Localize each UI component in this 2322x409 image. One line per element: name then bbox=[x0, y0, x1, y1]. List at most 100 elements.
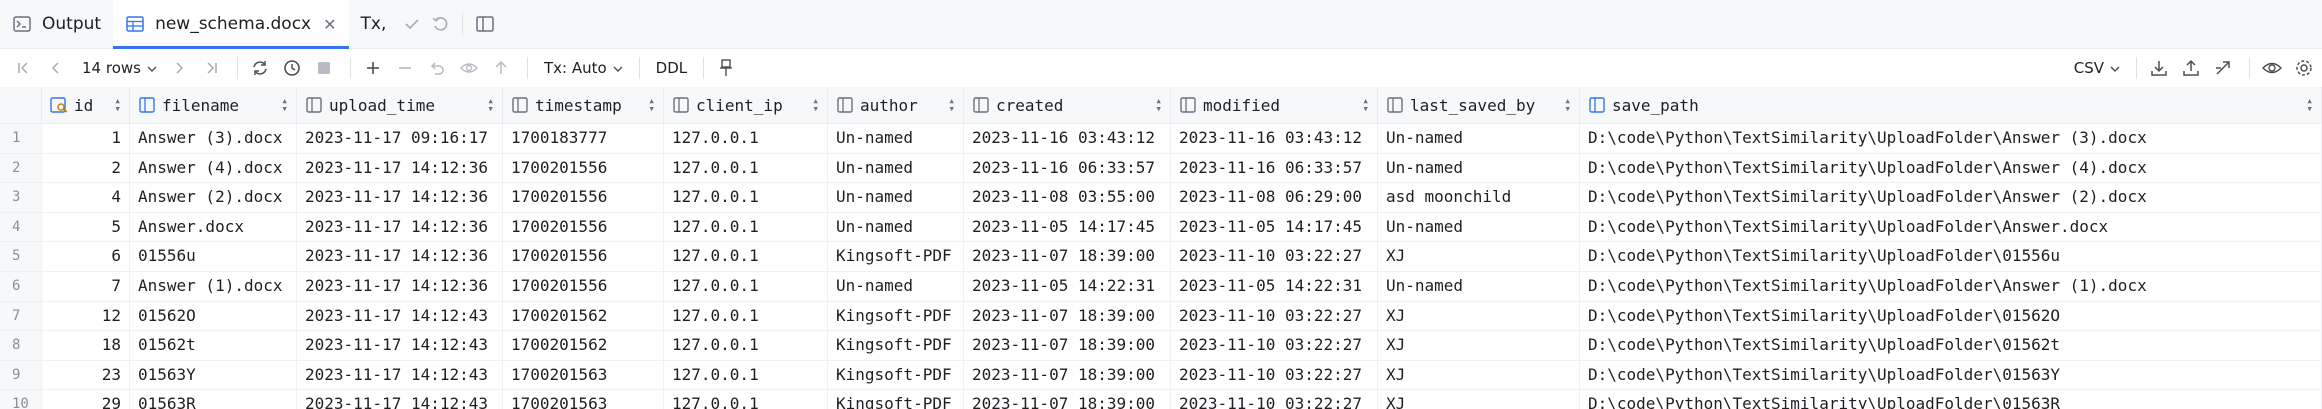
cell-client-ip[interactable]: 127.0.0.1 bbox=[664, 271, 828, 301]
cell-id[interactable]: 6 bbox=[42, 242, 130, 271]
cell-author[interactable]: Kingsoft-PDF bbox=[828, 301, 964, 331]
export-format-dropdown[interactable]: CSV bbox=[2066, 53, 2128, 83]
last-page-icon[interactable] bbox=[197, 53, 225, 83]
sort-arrows-icon[interactable]: ▴ ▾ bbox=[1155, 95, 1162, 114]
sort-arrows-icon[interactable]: ▴ ▾ bbox=[114, 95, 121, 114]
sort-arrows-icon[interactable]: ▴ ▾ bbox=[2306, 95, 2313, 114]
cell-save-path[interactable]: D:\code\Python\TextSimilarity\UploadFold… bbox=[1580, 242, 2322, 271]
cell-created[interactable]: 2023-11-07 18:39:00 bbox=[964, 301, 1171, 331]
sort-arrows-icon[interactable]: ▴ ▾ bbox=[812, 95, 819, 114]
cell-last-saved-by[interactable]: Un-named bbox=[1378, 124, 1580, 153]
cell-author[interactable]: Kingsoft-PDF bbox=[828, 390, 964, 409]
cell-timestamp[interactable]: 1700201563 bbox=[503, 390, 664, 409]
cell-timestamp[interactable]: 1700201562 bbox=[503, 301, 664, 331]
download-icon[interactable] bbox=[2145, 53, 2173, 83]
commit-check-icon[interactable] bbox=[398, 0, 426, 48]
cell-client-ip[interactable]: 127.0.0.1 bbox=[664, 183, 828, 212]
column-header-upload-time[interactable]: upload_time ▴ ▾ bbox=[297, 87, 503, 123]
cell-upload-time[interactable]: 2023-11-17 14:12:43 bbox=[297, 331, 503, 360]
cell-timestamp[interactable]: 1700201556 bbox=[503, 212, 664, 242]
view-changes-icon[interactable] bbox=[455, 53, 483, 83]
cell-author[interactable]: Un-named bbox=[828, 124, 964, 153]
view-eye-icon[interactable] bbox=[2258, 53, 2286, 83]
transaction-mode-dropdown[interactable]: Tx: Auto bbox=[536, 53, 631, 83]
table-row[interactable]: 8 18 01562t 2023-11-17 14:12:43 17002015… bbox=[0, 331, 2322, 361]
cell-save-path[interactable]: D:\code\Python\TextSimilarity\UploadFold… bbox=[1580, 360, 2322, 390]
cell-save-path[interactable]: D:\code\Python\TextSimilarity\UploadFold… bbox=[1580, 212, 2322, 242]
submit-icon[interactable] bbox=[487, 53, 515, 83]
cell-save-path[interactable]: D:\code\Python\TextSimilarity\UploadFold… bbox=[1580, 390, 2322, 409]
sort-arrows-icon[interactable]: ▴ ▾ bbox=[281, 95, 288, 114]
add-row-icon[interactable] bbox=[359, 53, 387, 83]
next-page-icon[interactable] bbox=[165, 53, 193, 83]
cell-upload-time[interactable]: 2023-11-17 14:12:43 bbox=[297, 390, 503, 409]
tab-new-schema[interactable]: new_schema.docx ✕ bbox=[113, 0, 350, 49]
cell-modified[interactable]: 2023-11-16 06:33:57 bbox=[1171, 153, 1378, 183]
cell-id[interactable]: 18 bbox=[42, 331, 130, 360]
table-row[interactable]: 6 7 Answer (1).docx 2023-11-17 14:12:36 … bbox=[0, 271, 2322, 302]
cell-modified[interactable]: 2023-11-05 14:17:45 bbox=[1171, 212, 1378, 242]
cell-client-ip[interactable]: 127.0.0.1 bbox=[664, 212, 828, 242]
cell-client-ip[interactable]: 127.0.0.1 bbox=[664, 360, 828, 390]
cell-last-saved-by[interactable]: XJ bbox=[1378, 301, 1580, 331]
cell-modified[interactable]: 2023-11-08 06:29:00 bbox=[1171, 183, 1378, 212]
cell-save-path[interactable]: D:\code\Python\TextSimilarity\UploadFold… bbox=[1580, 183, 2322, 212]
cell-created[interactable]: 2023-11-08 03:55:00 bbox=[964, 183, 1171, 212]
cell-filename[interactable]: 01562O bbox=[130, 301, 297, 331]
revert-icon[interactable] bbox=[423, 53, 451, 83]
cell-save-path[interactable]: D:\code\Python\TextSimilarity\UploadFold… bbox=[1580, 124, 2322, 153]
pin-icon[interactable] bbox=[712, 53, 740, 83]
first-page-icon[interactable] bbox=[10, 53, 38, 83]
cell-author[interactable]: Kingsoft-PDF bbox=[828, 242, 964, 271]
sort-arrows-icon[interactable]: ▴ ▾ bbox=[487, 95, 494, 114]
cell-upload-time[interactable]: 2023-11-17 14:12:43 bbox=[297, 360, 503, 390]
table-row[interactable]: 7 12 01562O 2023-11-17 14:12:43 17002015… bbox=[0, 301, 2322, 332]
table-row[interactable]: 3 4 Answer (2).docx 2023-11-17 14:12:36 … bbox=[0, 183, 2322, 213]
cell-upload-time[interactable]: 2023-11-17 14:12:36 bbox=[297, 183, 503, 212]
table-row[interactable]: 5 6 01556u 2023-11-17 14:12:36 170020155… bbox=[0, 242, 2322, 272]
cell-id[interactable]: 2 bbox=[42, 153, 130, 183]
cell-client-ip[interactable]: 127.0.0.1 bbox=[664, 390, 828, 409]
cell-filename[interactable]: 01563R bbox=[130, 390, 297, 409]
cell-last-saved-by[interactable]: XJ bbox=[1378, 242, 1580, 271]
cell-timestamp[interactable]: 1700201556 bbox=[503, 183, 664, 212]
cell-save-path[interactable]: D:\code\Python\TextSimilarity\UploadFold… bbox=[1580, 271, 2322, 301]
cell-upload-time[interactable]: 2023-11-17 14:12:43 bbox=[297, 301, 503, 331]
cell-upload-time[interactable]: 2023-11-17 09:16:17 bbox=[297, 124, 503, 153]
cell-modified[interactable]: 2023-11-10 03:22:27 bbox=[1171, 390, 1378, 409]
cell-last-saved-by[interactable]: XJ bbox=[1378, 360, 1580, 390]
cell-id[interactable]: 23 bbox=[42, 360, 130, 390]
column-header-last-saved-by[interactable]: last_saved_by ▴ ▾ bbox=[1378, 87, 1580, 123]
column-header-save-path[interactable]: save_path ▴ ▾ bbox=[1580, 87, 2322, 123]
cell-id[interactable]: 29 bbox=[42, 390, 130, 409]
cell-created[interactable]: 2023-11-05 14:17:45 bbox=[964, 212, 1171, 242]
table-row[interactable]: 2 2 Answer (4).docx 2023-11-17 14:12:36 … bbox=[0, 153, 2322, 184]
cell-client-ip[interactable]: 127.0.0.1 bbox=[664, 153, 828, 183]
cell-client-ip[interactable]: 127.0.0.1 bbox=[664, 242, 828, 271]
cell-upload-time[interactable]: 2023-11-17 14:12:36 bbox=[297, 153, 503, 183]
table-row[interactable]: 4 5 Answer.docx 2023-11-17 14:12:36 1700… bbox=[0, 212, 2322, 243]
cell-author[interactable]: Kingsoft-PDF bbox=[828, 331, 964, 360]
cell-filename[interactable]: 01562t bbox=[130, 331, 297, 360]
cell-author[interactable]: Kingsoft-PDF bbox=[828, 360, 964, 390]
cell-id[interactable]: 4 bbox=[42, 183, 130, 212]
cell-created[interactable]: 2023-11-05 14:22:31 bbox=[964, 271, 1171, 301]
transpose-icon[interactable] bbox=[2209, 53, 2237, 83]
cell-filename[interactable]: Answer (1).docx bbox=[130, 271, 297, 301]
cell-author[interactable]: Un-named bbox=[828, 153, 964, 183]
settings-gear-icon[interactable] bbox=[2290, 53, 2318, 83]
cell-modified[interactable]: 2023-11-16 03:43:12 bbox=[1171, 124, 1378, 153]
sort-arrows-icon[interactable]: ▴ ▾ bbox=[948, 95, 955, 114]
column-header-author[interactable]: author ▴ ▾ bbox=[828, 87, 964, 123]
cell-last-saved-by[interactable]: Un-named bbox=[1378, 153, 1580, 183]
sort-arrows-icon[interactable]: ▴ ▾ bbox=[1362, 95, 1369, 114]
delete-row-icon[interactable] bbox=[391, 53, 419, 83]
cell-last-saved-by[interactable]: Un-named bbox=[1378, 271, 1580, 301]
refresh-icon[interactable] bbox=[246, 53, 274, 83]
cell-timestamp[interactable]: 1700201563 bbox=[503, 360, 664, 390]
cell-save-path[interactable]: D:\code\Python\TextSimilarity\UploadFold… bbox=[1580, 153, 2322, 183]
cell-id[interactable]: 5 bbox=[42, 212, 130, 242]
cell-timestamp[interactable]: 1700201556 bbox=[503, 153, 664, 183]
split-layout-icon[interactable] bbox=[471, 0, 499, 48]
cell-upload-time[interactable]: 2023-11-17 14:12:36 bbox=[297, 242, 503, 271]
